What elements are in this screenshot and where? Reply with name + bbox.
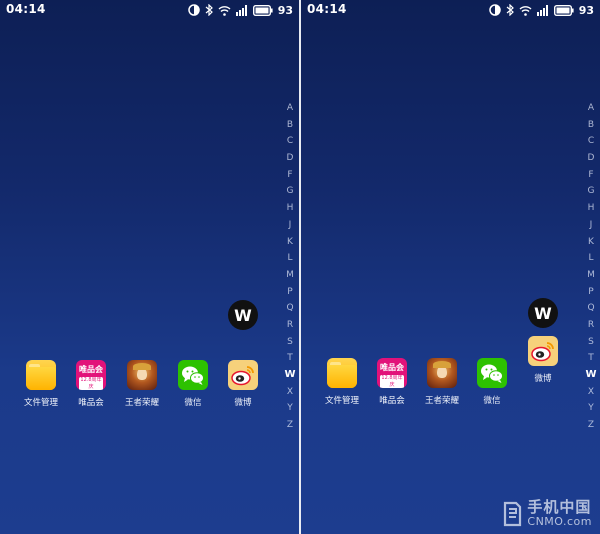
index-letter-f[interactable]: F bbox=[287, 167, 292, 184]
wechat-icon bbox=[178, 360, 208, 390]
left-screen: 04:14 93 A B C D F G H J K L M P Q R S T… bbox=[0, 0, 299, 534]
index-letter-h[interactable]: H bbox=[287, 200, 294, 217]
index-letter-k[interactable]: K bbox=[588, 234, 594, 251]
index-letter-l[interactable]: L bbox=[588, 250, 593, 267]
index-letter-c[interactable]: C bbox=[287, 133, 293, 150]
index-letter-q[interactable]: Q bbox=[587, 300, 594, 317]
app-file-manager[interactable]: 文件管理 bbox=[14, 360, 68, 408]
folder-icon bbox=[327, 358, 357, 388]
battery-percent: 93 bbox=[277, 3, 293, 17]
watermark: 手机中国 CNMO.com bbox=[501, 499, 592, 528]
right-screen: 04:14 93 A B C D F G H J K L M P Q R S T… bbox=[301, 0, 600, 534]
status-time: 04:14 bbox=[6, 2, 46, 16]
index-letter-p[interactable]: P bbox=[287, 284, 292, 301]
app-vipshop[interactable]: 唯品会 12.8周年庆 唯品会 bbox=[64, 360, 118, 408]
status-bar: 04:14 93 bbox=[301, 0, 600, 20]
index-letter-m[interactable]: M bbox=[587, 267, 595, 284]
folder-icon bbox=[26, 360, 56, 390]
index-letter-a[interactable]: A bbox=[287, 100, 293, 117]
signal-icon bbox=[536, 4, 548, 16]
wechat-icon bbox=[477, 358, 507, 388]
index-letter-s[interactable]: S bbox=[588, 334, 594, 351]
do-not-disturb-icon bbox=[488, 4, 501, 16]
vipshop-icon: 唯品会 12.8周年庆 bbox=[377, 358, 407, 388]
index-letter-a[interactable]: A bbox=[588, 100, 594, 117]
index-letter-z[interactable]: Z bbox=[287, 417, 293, 434]
index-letter-t[interactable]: T bbox=[287, 350, 293, 367]
index-letter-b[interactable]: B bbox=[588, 117, 594, 134]
watermark-cn: 手机中国 bbox=[527, 498, 592, 516]
weibo-icon bbox=[528, 336, 558, 366]
app-file-manager[interactable]: 文件管理 bbox=[315, 358, 369, 406]
vipshop-icon: 唯品会 12.8周年庆 bbox=[76, 360, 106, 390]
weibo-icon bbox=[228, 360, 258, 390]
do-not-disturb-icon bbox=[187, 4, 200, 16]
index-letter-x[interactable]: X bbox=[588, 384, 594, 401]
app-label: 唯品会 bbox=[78, 398, 104, 408]
index-letter-b[interactable]: B bbox=[287, 117, 293, 134]
app-label: 王者荣耀 bbox=[424, 396, 459, 406]
wifi-icon bbox=[519, 5, 532, 16]
index-letter-w[interactable]: W bbox=[284, 367, 295, 384]
app-honor-of-kings[interactable]: 王者荣耀 bbox=[415, 358, 469, 406]
app-label: 微信 bbox=[483, 396, 501, 406]
index-letter-y[interactable]: Y bbox=[588, 400, 594, 417]
status-time: 04:14 bbox=[307, 2, 347, 16]
game-icon bbox=[127, 360, 157, 390]
index-letter-x[interactable]: X bbox=[287, 384, 293, 401]
app-weibo[interactable]: 微博 bbox=[216, 360, 270, 408]
app-label: 微博 bbox=[534, 374, 552, 384]
app-label: 微信 bbox=[184, 398, 202, 408]
status-bar: 04:14 93 bbox=[0, 0, 299, 20]
index-letter-d[interactable]: D bbox=[287, 150, 294, 167]
cnmo-logo-icon bbox=[504, 501, 522, 526]
index-letter-g[interactable]: G bbox=[287, 183, 294, 200]
index-letter-f[interactable]: F bbox=[588, 167, 593, 184]
index-letter-w[interactable]: W bbox=[585, 367, 596, 384]
app-wechat[interactable]: 微信 bbox=[465, 358, 519, 406]
battery-percent: 93 bbox=[578, 3, 594, 17]
index-letter-r[interactable]: R bbox=[588, 317, 594, 334]
index-letter-h[interactable]: H bbox=[588, 200, 595, 217]
bluetooth-icon bbox=[506, 4, 514, 16]
index-letter-k[interactable]: K bbox=[287, 234, 293, 251]
index-letter-j[interactable]: J bbox=[289, 217, 292, 234]
index-letter-p[interactable]: P bbox=[588, 284, 593, 301]
alphabet-index[interactable]: A B C D F G H J K L M P Q R S T W X Y Z bbox=[584, 100, 598, 434]
battery-icon bbox=[553, 4, 574, 16]
app-label: 王者荣耀 bbox=[124, 398, 159, 408]
app-label: 文件管理 bbox=[324, 396, 359, 406]
app-weibo[interactable]: 微博 bbox=[516, 336, 570, 384]
app-vipshop[interactable]: 唯品会 12.8周年庆 唯品会 bbox=[365, 358, 419, 406]
index-letter-y[interactable]: Y bbox=[287, 400, 293, 417]
app-wechat[interactable]: 微信 bbox=[166, 360, 220, 408]
app-label: 微博 bbox=[234, 398, 252, 408]
game-icon bbox=[427, 358, 457, 388]
wifi-icon bbox=[218, 5, 231, 16]
index-letter-t[interactable]: T bbox=[588, 350, 594, 367]
index-letter-r[interactable]: R bbox=[287, 317, 293, 334]
bluetooth-icon bbox=[205, 4, 213, 16]
index-letter-s[interactable]: S bbox=[287, 334, 293, 351]
watermark-en: CNMO.com bbox=[527, 515, 592, 528]
index-letter-d[interactable]: D bbox=[588, 150, 595, 167]
index-letter-m[interactable]: M bbox=[286, 267, 294, 284]
app-honor-of-kings[interactable]: 王者荣耀 bbox=[115, 360, 169, 408]
app-label: 唯品会 bbox=[379, 396, 405, 406]
alphabet-index[interactable]: A B C D F G H J K L M P Q R S T W X Y Z bbox=[283, 100, 297, 434]
index-letter-z[interactable]: Z bbox=[588, 417, 594, 434]
index-letter-g[interactable]: G bbox=[588, 183, 595, 200]
letter-bubble: W bbox=[228, 300, 258, 330]
index-letter-j[interactable]: J bbox=[590, 217, 593, 234]
app-label: 文件管理 bbox=[23, 398, 58, 408]
index-letter-l[interactable]: L bbox=[287, 250, 292, 267]
letter-bubble: W bbox=[528, 298, 558, 328]
index-letter-c[interactable]: C bbox=[588, 133, 594, 150]
index-letter-q[interactable]: Q bbox=[286, 300, 293, 317]
signal-icon bbox=[235, 4, 247, 16]
battery-icon bbox=[252, 4, 273, 16]
